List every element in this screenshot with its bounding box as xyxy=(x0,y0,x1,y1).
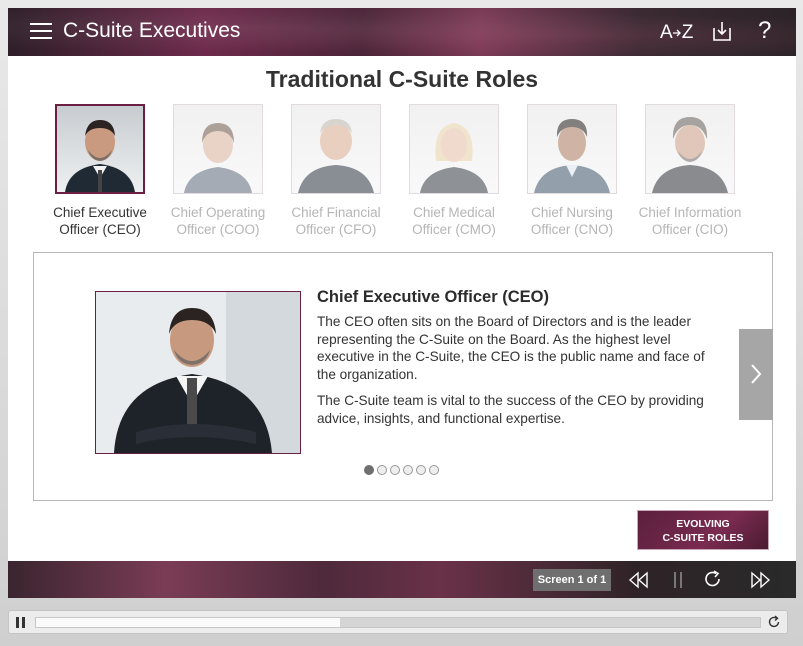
pagination-dot[interactable] xyxy=(377,465,387,475)
role-selector: Chief Executive Officer (CEO) Chief Opera… xyxy=(8,104,796,244)
rewind-icon[interactable] xyxy=(627,571,649,594)
app-title: C-Suite Executives xyxy=(63,19,241,42)
pause-icon[interactable] xyxy=(16,617,25,628)
role-label: Chief Medical Officer (CMO) xyxy=(412,205,496,237)
role-ceo[interactable]: Chief Executive Officer (CEO) xyxy=(41,104,159,238)
description-paragraph: The CEO often sits on the Board of Direc… xyxy=(317,314,705,382)
role-detail-card: Chief Executive Officer (CEO) The CEO of… xyxy=(33,252,773,501)
role-title: Chief Executive Officer (CEO) xyxy=(317,288,549,306)
replay-icon[interactable] xyxy=(703,569,723,594)
role-description: The CEO often sits on the Board of Direc… xyxy=(317,313,727,436)
download-icon[interactable] xyxy=(711,20,733,42)
pagination-dot[interactable] xyxy=(416,465,426,475)
bottom-bar: Screen 1 of 1 xyxy=(8,561,796,598)
role-cno[interactable]: Chief Nursing Officer (CNO) xyxy=(513,104,631,238)
cio-portrait xyxy=(645,104,735,194)
reload-icon[interactable] xyxy=(767,615,781,634)
role-label: Chief Executive Officer (CEO) xyxy=(53,205,147,237)
az-glossary-icon[interactable]: AZ xyxy=(660,22,693,44)
menu-icon[interactable] xyxy=(30,23,52,41)
next-slide-button[interactable] xyxy=(739,329,773,420)
ceo-hero-photo xyxy=(95,291,301,454)
pagination-dot[interactable] xyxy=(429,465,439,475)
screen-counter: Screen 1 of 1 xyxy=(533,569,611,591)
role-cfo[interactable]: Chief Financial Officer (CFO) xyxy=(277,104,395,238)
evolving-roles-button[interactable]: EVOLVING C-SUITE ROLES xyxy=(637,510,769,550)
cno-portrait xyxy=(527,104,617,194)
ceo-portrait xyxy=(55,104,145,194)
role-label: Chief Financial Officer (CFO) xyxy=(291,205,381,237)
coo-portrait xyxy=(173,104,263,194)
role-cmo[interactable]: Chief Medical Officer (CMO) xyxy=(395,104,513,238)
help-icon[interactable]: ? xyxy=(758,17,771,45)
description-paragraph: The C-Suite team is vital to the success… xyxy=(317,393,704,426)
role-label: Chief Information Officer (CIO) xyxy=(638,205,742,237)
cfo-portrait xyxy=(291,104,381,194)
role-label: Chief Operating Officer (COO) xyxy=(170,205,266,237)
role-cio[interactable]: Chief Information Officer (CIO) xyxy=(631,104,749,238)
role-label: Chief Nursing Officer (CNO) xyxy=(530,205,614,237)
top-bar: C-Suite Executives AZ ? xyxy=(8,8,796,56)
forward-icon[interactable] xyxy=(750,571,772,594)
cmo-portrait xyxy=(409,104,499,194)
pause-disabled-icon[interactable] xyxy=(672,571,684,594)
media-player-bar xyxy=(8,610,788,634)
slide-pagination xyxy=(364,462,442,480)
chevron-right-icon xyxy=(751,364,762,384)
course-window: C-Suite Executives AZ ? Traditional C-Su… xyxy=(8,8,796,598)
progress-track[interactable] xyxy=(35,617,761,628)
pagination-dot[interactable] xyxy=(403,465,413,475)
role-coo[interactable]: Chief Operating Officer (COO) xyxy=(159,104,277,238)
pagination-dot[interactable] xyxy=(390,465,400,475)
pagination-dot[interactable] xyxy=(364,465,374,475)
progress-fill xyxy=(36,618,341,627)
page-title: Traditional C-Suite Roles xyxy=(265,66,539,92)
